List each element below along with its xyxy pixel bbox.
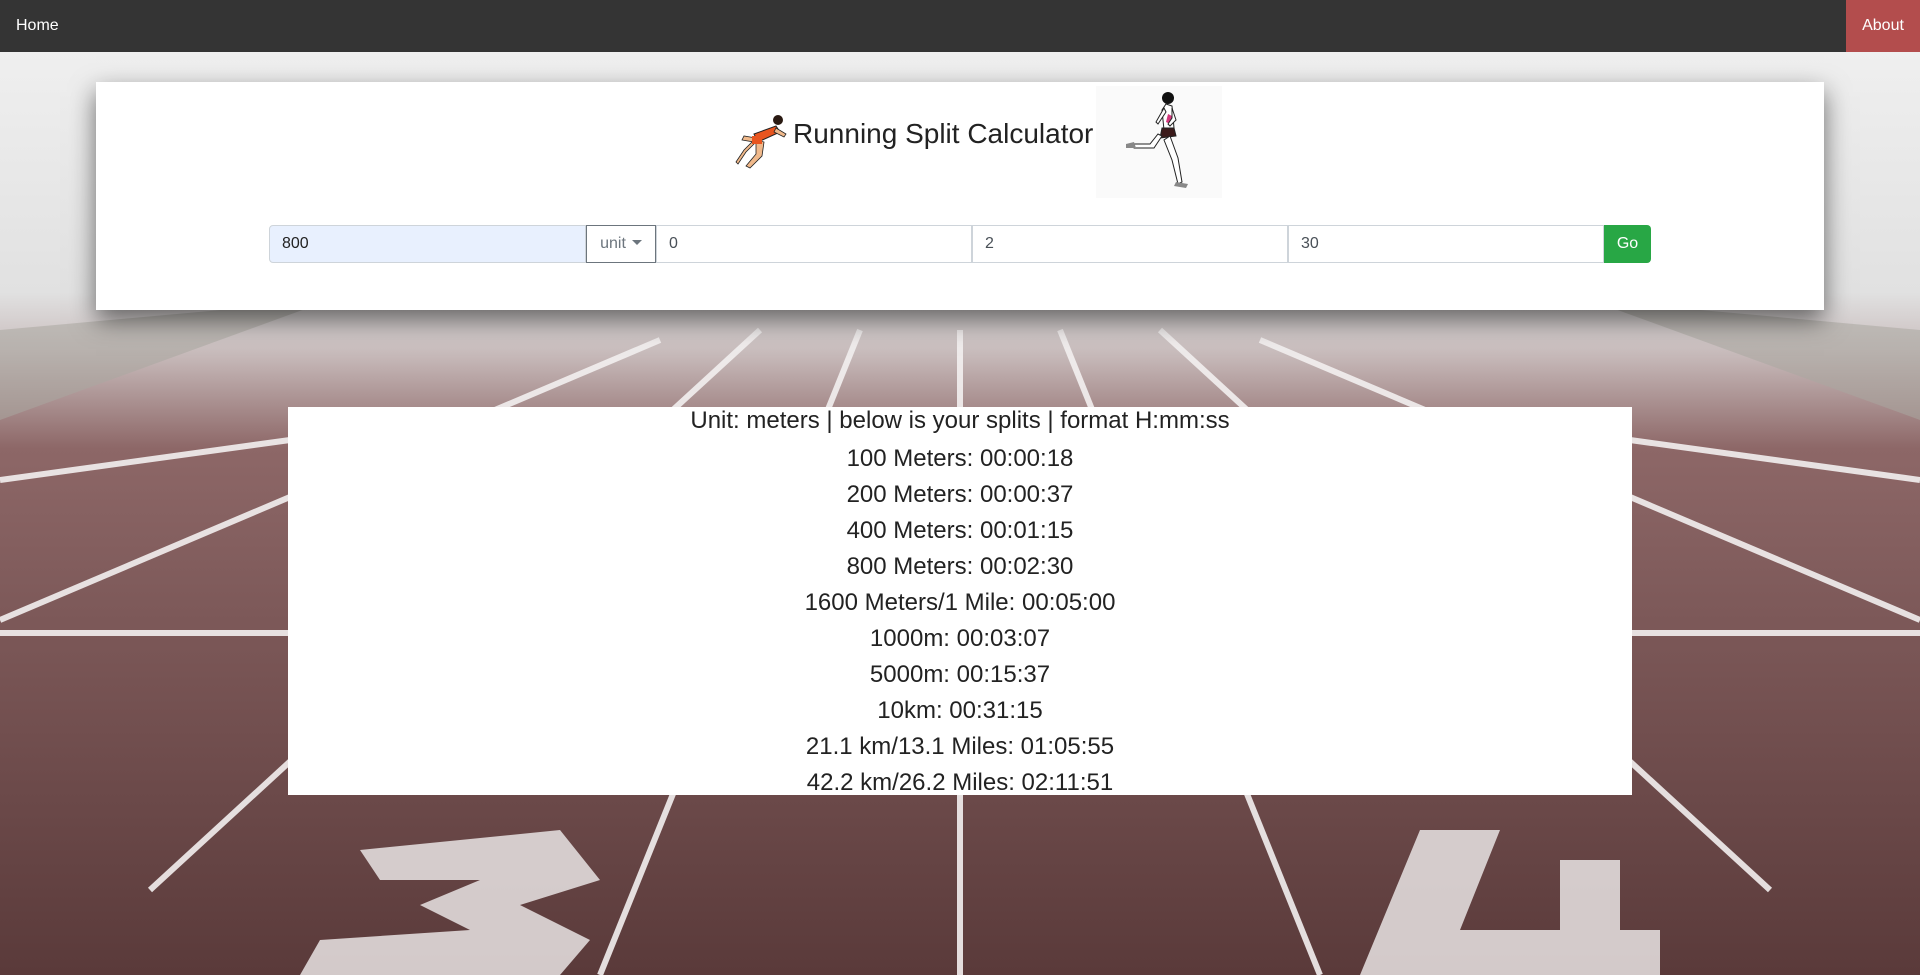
sprinter-icon: [735, 115, 787, 169]
unit-dropdown-button[interactable]: unit: [586, 225, 656, 263]
split-row: 1600 Meters/1 Mile: 00:05:00: [804, 589, 1116, 616]
split-row: 21.1 km/13.1 Miles: 01:05:55: [805, 733, 1115, 760]
split-input-group: unit Go: [269, 225, 1651, 263]
split-row: 10km: 00:31:15: [877, 697, 1043, 724]
seconds-input[interactable]: [1288, 225, 1604, 263]
runner-icon: [1096, 86, 1222, 198]
split-row: 42.2 km/26.2 Miles: 02:11:51: [806, 769, 1114, 796]
split-row: 800 Meters: 00:02:30: [846, 553, 1074, 580]
unit-dropdown-label: unit: [600, 235, 626, 252]
split-row: 400 Meters: 00:01:15: [846, 517, 1074, 544]
nav-home-link[interactable]: Home: [16, 0, 59, 52]
split-row: 5000m: 00:15:37: [869, 661, 1051, 688]
minutes-input[interactable]: [972, 225, 1288, 263]
results-summary: Unit: meters | below is your splits | fo…: [690, 407, 1230, 434]
go-button[interactable]: Go: [1604, 225, 1651, 263]
split-row: 100 Meters: 00:00:18: [846, 445, 1074, 472]
calculator-card: Running Split Calculator unit Go: [96, 82, 1824, 310]
split-row: 200 Meters: 00:00:37: [846, 481, 1074, 508]
distance-input[interactable]: [269, 225, 586, 263]
results-panel: Unit: meters | below is your splits | fo…: [288, 407, 1632, 796]
title-row: Running Split Calculator: [96, 82, 1824, 198]
split-row: 1000m: 00:03:07: [869, 625, 1051, 652]
hours-input[interactable]: [656, 225, 972, 263]
top-navbar: Home About: [0, 0, 1920, 52]
nav-about-button[interactable]: About: [1846, 0, 1920, 52]
caret-down-icon: [631, 240, 642, 245]
page-title: Running Split Calculator: [793, 118, 1094, 149]
